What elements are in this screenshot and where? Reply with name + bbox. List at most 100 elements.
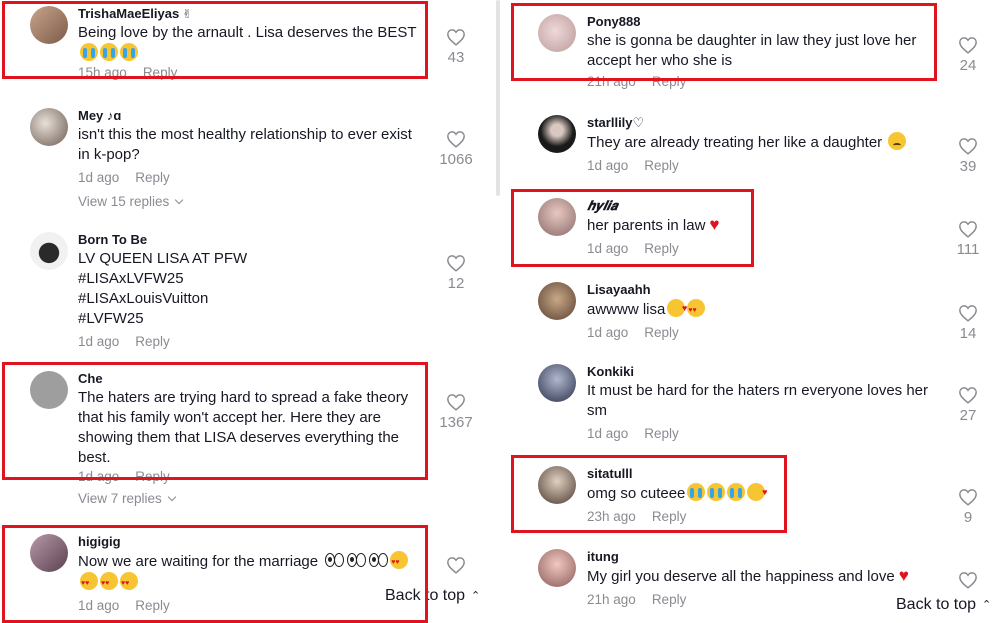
emoji-row	[78, 43, 430, 64]
red-heart-icon: ♥	[709, 215, 720, 234]
like-button[interactable]: 1367	[436, 393, 476, 432]
comment-text: her parents in law ♥	[587, 215, 720, 234]
heart-outline-icon	[959, 37, 977, 54]
loudly-crying-face-icon	[120, 43, 138, 61]
like-button[interactable]: 111	[948, 220, 988, 259]
like-button[interactable]: 24	[948, 36, 988, 75]
avatar[interactable]	[30, 108, 68, 146]
back-to-top-button[interactable]: Back to top ⌃	[888, 593, 1000, 617]
comment-username[interactable]: Born To Be	[78, 232, 430, 248]
view-replies-button[interactable]: View 15 replies	[78, 193, 430, 211]
comment-text: They are already treating her like a dau…	[587, 132, 938, 153]
like-button[interactable]: 1066	[436, 130, 476, 169]
chevron-down-icon	[175, 195, 184, 205]
comment-item: Pony888 she is gonna be daughter in law …	[508, 14, 1000, 104]
reply-button[interactable]: Reply	[135, 170, 170, 185]
comment-username[interactable]: Lisayaahh	[587, 282, 938, 298]
reply-button[interactable]: Reply	[644, 325, 679, 340]
reply-button[interactable]: Reply	[652, 509, 687, 524]
like-button[interactable]	[436, 556, 476, 574]
avatar[interactable]	[538, 282, 576, 320]
back-to-top-button[interactable]: Back to top ⌃	[377, 584, 489, 608]
comment-meta: 21h ago Reply	[587, 74, 687, 89]
comment-username[interactable]: Pony888	[587, 14, 938, 30]
comment-username[interactable]: starllily♡	[587, 115, 938, 131]
eyes-icon	[346, 553, 367, 567]
like-button[interactable]: 27	[948, 386, 988, 425]
eyes-icon	[368, 553, 389, 567]
heart-outline-icon	[447, 394, 465, 411]
avatar[interactable]	[538, 549, 576, 587]
comment-text: Being love by the arnault . Lisa deserve…	[78, 23, 430, 64]
comment-username[interactable]: sitatulll	[587, 466, 938, 482]
like-button[interactable]: 9	[948, 488, 988, 527]
comment-username[interactable]: 𝒉𝒚𝒍𝒊𝒂	[587, 198, 938, 214]
reply-button[interactable]: Reply	[652, 74, 687, 89]
avatar[interactable]	[30, 232, 68, 270]
comment-meta: 1d ago Reply	[587, 241, 679, 256]
like-button[interactable]: 43	[436, 28, 476, 67]
avatar[interactable]	[30, 371, 68, 409]
like-count: 12	[447, 275, 465, 292]
avatar[interactable]	[538, 466, 576, 504]
chevron-down-icon	[167, 492, 177, 502]
comment-meta: 1d ago Reply	[78, 334, 170, 349]
like-count: 27	[959, 407, 977, 424]
left-comments-panel: TrishaMaeEliyas ✌ Being love by the arnau…	[0, 0, 500, 623]
like-button[interactable]: 12	[436, 254, 476, 293]
avatar[interactable]	[30, 534, 68, 572]
avatar[interactable]	[538, 198, 576, 236]
like-count: 1367	[439, 414, 473, 431]
comment-item: TrishaMaeEliyas ✌ Being love by the arnau…	[0, 6, 500, 96]
reply-button[interactable]: Reply	[143, 65, 178, 80]
comment-username[interactable]: Mey ♪ɑ	[78, 108, 430, 124]
double-chevron-up-icon: ⌃	[982, 599, 992, 611]
red-heart-icon: ♥	[898, 566, 909, 585]
avatar[interactable]	[538, 14, 576, 52]
reply-button[interactable]: Reply	[652, 592, 687, 607]
reply-button[interactable]: Reply	[135, 334, 170, 349]
like-count: 43	[447, 49, 465, 66]
heart-eyes-face-icon	[687, 299, 706, 321]
like-button[interactable]: 14	[948, 304, 988, 343]
sad-face-icon	[888, 132, 907, 150]
reply-button[interactable]: Reply	[135, 598, 170, 613]
loudly-crying-face-icon	[727, 483, 746, 501]
like-button[interactable]: 39	[948, 137, 988, 176]
loudly-crying-face-icon	[687, 483, 706, 501]
loudly-crying-face-icon	[707, 483, 726, 501]
loudly-crying-face-icon	[80, 43, 98, 61]
comment-meta: 15h ago Reply	[78, 65, 178, 80]
avatar[interactable]	[538, 115, 576, 153]
avatar[interactable]	[538, 364, 576, 402]
heart-outline-icon	[447, 29, 465, 46]
heart-outline-icon	[959, 221, 977, 238]
comment-meta: 21h ago Reply	[587, 592, 687, 607]
view-replies-button[interactable]: View 7 replies	[78, 490, 430, 508]
like-button[interactable]	[948, 571, 988, 589]
username-decoration: ♪ɑ	[106, 108, 122, 123]
heart-eyes-face-icon	[120, 572, 138, 594]
comment-text: It must be hard for the haters rn everyo…	[587, 382, 929, 419]
like-count: 1066	[439, 151, 473, 168]
heart-eyes-face-icon	[80, 572, 98, 594]
reply-button[interactable]: Reply	[644, 426, 679, 441]
reply-button[interactable]: Reply	[644, 158, 679, 173]
comment-username[interactable]: itung	[587, 549, 938, 565]
heart-outline-icon	[959, 387, 977, 404]
comment-username[interactable]: Che	[78, 371, 430, 387]
comment-meta: 1d ago Reply	[78, 469, 170, 484]
heart-outline-icon	[447, 255, 465, 272]
heart-outline-icon	[959, 138, 977, 155]
reply-button[interactable]: Reply	[644, 241, 679, 256]
reply-button[interactable]: Reply	[135, 469, 170, 484]
comment-item: Mey ♪ɑ isn't this the most healthy relat…	[0, 108, 500, 218]
comment-username[interactable]: higigig	[78, 534, 430, 550]
comment-meta: 1d ago Reply	[587, 426, 679, 441]
comment-username[interactable]: TrishaMaeEliyas ✌	[78, 6, 430, 22]
avatar[interactable]	[30, 6, 68, 44]
comment-text: she is gonna be daughter in law they jus…	[587, 32, 917, 69]
comment-username[interactable]: Konkiki	[587, 364, 938, 380]
smiling-face-with-hearts-icon	[667, 298, 687, 318]
smiling-face-with-hearts-icon	[747, 482, 767, 502]
